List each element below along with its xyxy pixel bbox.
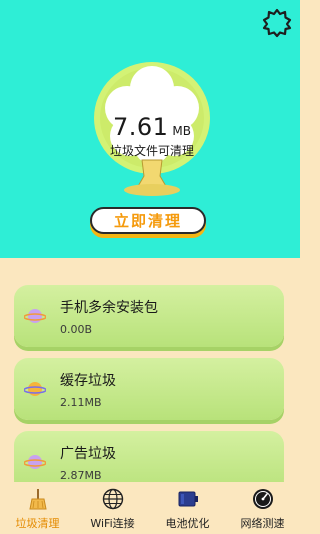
junk-item-size: 0.00B <box>60 323 93 336</box>
junk-item-cache[interactable]: 缓存垃圾 2.11MB <box>14 358 284 420</box>
tab-label: 网络测速 <box>240 517 285 530</box>
planet-icon <box>24 309 46 323</box>
planet-icon <box>24 455 46 469</box>
tab-speed-test[interactable]: 网络测速 <box>225 482 300 534</box>
junk-size-value: 7.61 <box>112 113 169 141</box>
junk-summary: 7.61 MB 垃圾文件可清理 <box>92 58 212 203</box>
junk-item-size: 2.11MB <box>60 396 102 409</box>
junk-size: 7.61 MB <box>92 113 212 141</box>
battery-icon <box>178 491 198 507</box>
tab-label: WiFi连接 <box>90 517 135 530</box>
speedometer-icon <box>252 489 273 509</box>
junk-item-apk[interactable]: 手机多余安装包 0.00B <box>14 285 284 347</box>
junk-item-title: 手机多余安装包 <box>60 300 158 316</box>
junk-item-size: 2.87MB <box>60 469 102 482</box>
junk-item-title: 广告垃圾 <box>60 446 116 462</box>
settings-gear-icon[interactable] <box>262 8 292 38</box>
clean-now-button[interactable]: 立即清理 <box>90 207 206 234</box>
tab-wifi[interactable]: WiFi连接 <box>75 482 150 534</box>
planet-icon <box>24 382 46 396</box>
tab-junk-clean[interactable]: 垃圾清理 <box>0 482 75 534</box>
junk-size-label: 垃圾文件可清理 <box>109 144 194 158</box>
junk-item-title: 缓存垃圾 <box>60 373 116 389</box>
tab-label: 垃圾清理 <box>15 517 60 530</box>
globe-icon <box>102 488 123 510</box>
tab-battery[interactable]: 电池优化 <box>150 482 225 534</box>
junk-size-unit: MB <box>172 124 192 138</box>
tab-label: 电池优化 <box>165 517 210 530</box>
bottom-tab-bar: 垃圾清理 WiFi连接 电池优化 网络测速 <box>0 482 300 534</box>
header-area: 7.61 MB 垃圾文件可清理 立即清理 <box>0 0 300 258</box>
broom-icon <box>28 489 47 510</box>
